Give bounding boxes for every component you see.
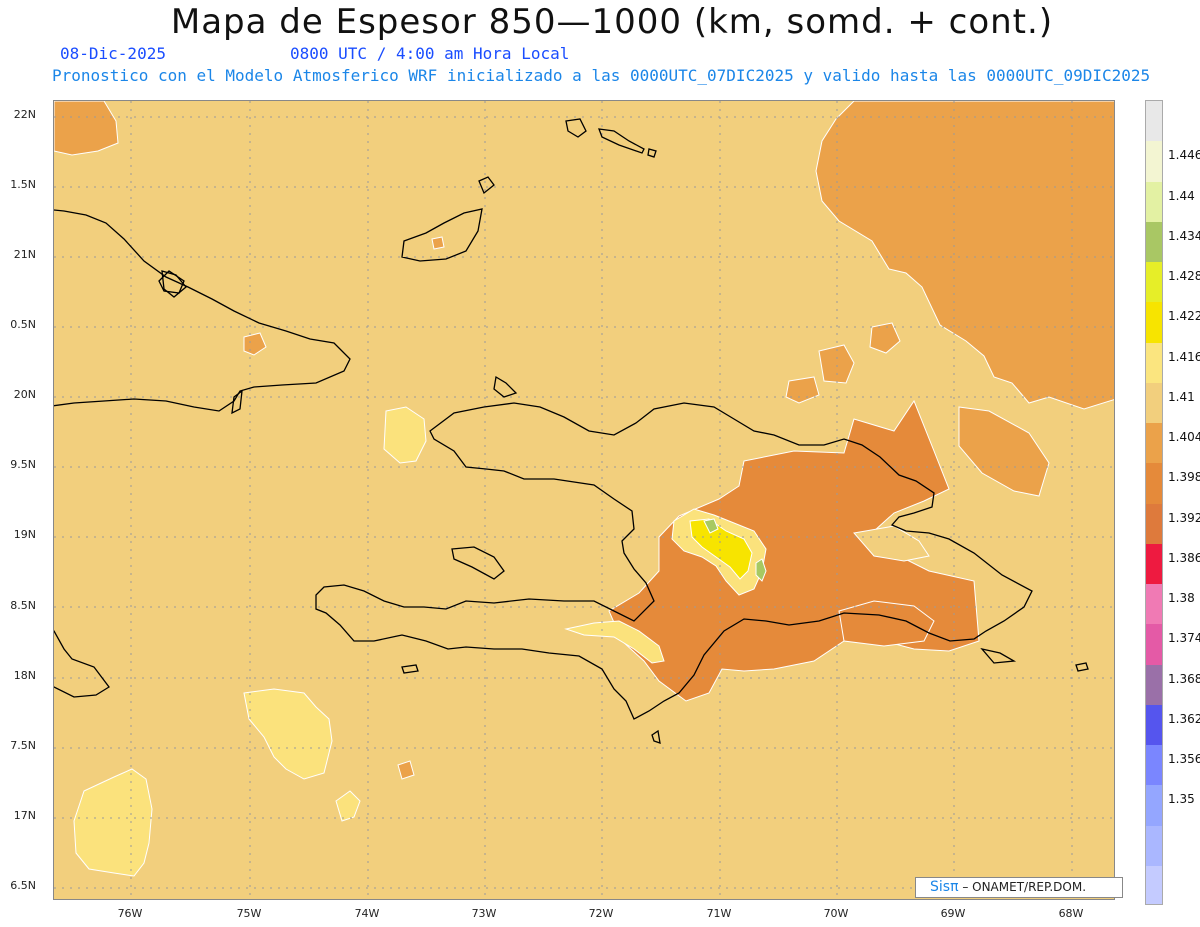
colorbar-segment: [1146, 101, 1162, 142]
colorbar-segment: [1146, 785, 1162, 826]
lat-label: 22N: [13, 108, 36, 121]
colorbar-label: 1.398: [1168, 470, 1200, 485]
colorbar-segment: [1146, 664, 1162, 706]
colorbar-label: 1.38: [1168, 591, 1195, 606]
colorbar-segment: [1146, 624, 1162, 665]
lon-label: 76W: [117, 907, 143, 920]
lat-label: 9.5N: [10, 458, 36, 471]
forecast-time: 0800 UTC / 4:00 am Hora Local: [290, 44, 570, 63]
colorbar-segment: [1146, 463, 1162, 504]
colorbar-label: 1.35: [1168, 792, 1195, 807]
colorbar-label: 1.374: [1168, 631, 1200, 646]
colorbar-label: 1.356: [1168, 752, 1200, 767]
colorbar-label: 1.44: [1168, 188, 1195, 203]
colorbar-label: 1.416: [1168, 349, 1200, 364]
colorbar-segment: [1146, 865, 1162, 904]
colorbar-segment: [1146, 543, 1162, 585]
colorbar-segment: [1146, 141, 1162, 182]
colorbar-segment: [1146, 423, 1162, 464]
lon-label: 75W: [236, 907, 262, 920]
lon-label: 71W: [706, 907, 732, 920]
colorbar-label: 1.404: [1168, 430, 1200, 445]
credit-text: – ONAMET/REP.DOM.: [958, 880, 1087, 894]
lon-label: 72W: [588, 907, 614, 920]
colorbar-label: 1.41: [1168, 389, 1195, 404]
colorbar-label: 1.446: [1168, 148, 1200, 163]
lat-label: 18N: [13, 669, 36, 682]
lat-label: 6.5N: [10, 879, 36, 892]
lon-label: 68W: [1058, 907, 1084, 920]
colorbar-segment: [1146, 704, 1162, 746]
lon-label: 74W: [354, 907, 380, 920]
colorbar-label: 1.362: [1168, 711, 1200, 726]
lat-label: 0.5N: [10, 318, 36, 331]
lat-label: 7.5N: [10, 739, 36, 752]
lon-label: 70W: [823, 907, 849, 920]
shading-orange-blob-cay: [431, 236, 445, 250]
colorbar-segment: [1146, 181, 1162, 223]
colorbar-segment: [1146, 342, 1162, 384]
map-title: Mapa de Espesor 850—1000 (km, somd. + co…: [170, 2, 1054, 42]
colorbar-label: 1.392: [1168, 510, 1200, 525]
model-info: Pronostico con el Modelo Atmosferico WRF…: [52, 66, 1151, 85]
sispi-logo: Sisπ: [930, 879, 959, 895]
lat-label: 20N: [13, 388, 36, 401]
credit-box: Sisπ – ONAMET/REP.DOM.: [915, 877, 1123, 898]
lat-label: 8.5N: [10, 599, 36, 612]
lon-label: 73W: [471, 907, 497, 920]
colorbar-segment: [1146, 745, 1162, 786]
forecast-date: 08-Dic-2025: [60, 44, 166, 63]
colorbar-label: 1.422: [1168, 309, 1200, 324]
colorbar: [1145, 100, 1163, 905]
thickness-map: [54, 101, 1114, 899]
lon-label: 69W: [940, 907, 966, 920]
colorbar-segment: [1146, 825, 1162, 867]
shading-orange-blob-nw: [54, 101, 119, 156]
colorbar-label: 1.386: [1168, 550, 1200, 565]
colorbar-segment: [1146, 584, 1162, 625]
colorbar-label: 1.428: [1168, 269, 1200, 284]
colorbar-segment: [1146, 503, 1162, 545]
colorbar-segment: [1146, 302, 1162, 343]
colorbar-segment: [1146, 262, 1162, 303]
colorbar-segment: [1146, 221, 1162, 263]
lat-label: 17N: [13, 809, 36, 822]
colorbar-label: 1.368: [1168, 671, 1200, 686]
colorbar-label: 1.434: [1168, 228, 1200, 243]
lat-label: 19N: [13, 528, 36, 541]
colorbar-segment: [1146, 382, 1162, 424]
lat-label: 1.5N: [10, 178, 36, 191]
map-panel: [53, 100, 1115, 900]
lat-label: 21N: [13, 248, 36, 261]
